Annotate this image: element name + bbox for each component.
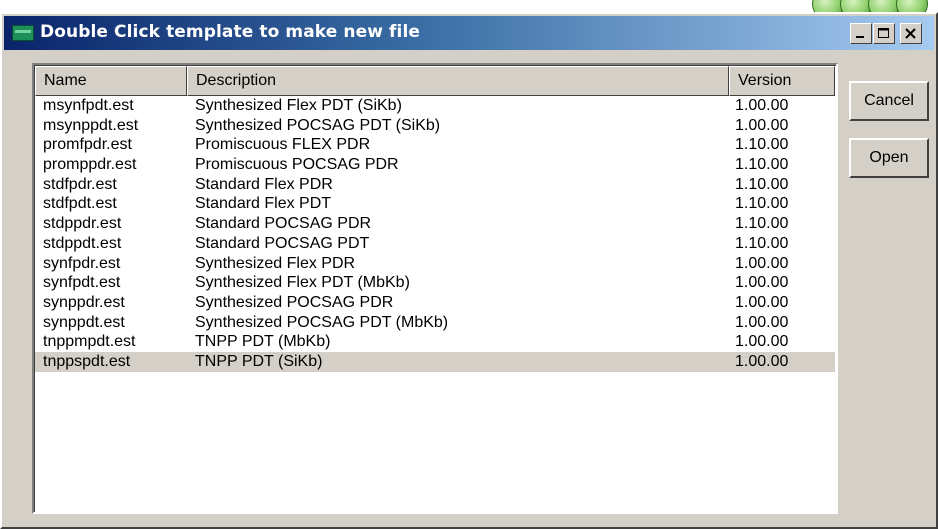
list-row[interactable]: synfpdt.est Synthesized Flex PDT (MbKb) … (35, 273, 835, 293)
row-version: 1.10.00 (735, 195, 789, 213)
row-description: Promiscuous FLEX PDR (195, 136, 371, 154)
app-icon (12, 25, 34, 41)
list-row[interactable]: stdfpdt.est Standard Flex PDT 1.10.00 (35, 194, 835, 214)
row-name: stdppdr.est (43, 215, 122, 233)
row-name: msynfpdt.est (43, 97, 134, 114)
row-name: synfpdr.est (43, 254, 121, 272)
list-row[interactable]: synfpdr.est Synthesized Flex PDR 1.00.00 (35, 254, 835, 274)
template-dialog-window: Double Click template to make new file N… (0, 12, 938, 529)
row-description: Promiscuous POCSAG PDR (195, 156, 399, 174)
minimize-button[interactable] (850, 23, 872, 44)
row-description: TNPP PDT (SiKb) (195, 352, 323, 370)
row-version: 1.00.00 (735, 352, 789, 370)
list-row[interactable]: msynppdt.est Synthesized POCSAG PDT (SiK… (35, 116, 835, 136)
template-list-frame: Name Description Version msynfpdt.est Sy… (34, 65, 836, 512)
row-version: 1.00.00 (735, 333, 789, 351)
row-name: promfpdr.est (43, 136, 132, 154)
row-description: Standard Flex PDR (195, 175, 333, 193)
maximize-icon (878, 28, 889, 38)
row-description: Synthesized Flex PDT (MbKb) (195, 274, 410, 292)
list-row[interactable]: stdfpdr.est Standard Flex PDR 1.10.00 (35, 175, 835, 195)
row-description: TNPP PDT (MbKb) (195, 333, 331, 351)
row-description: Standard POCSAG PDR (195, 215, 372, 233)
row-version: 1.00.00 (735, 313, 789, 331)
column-header-name[interactable]: Name (35, 66, 187, 96)
column-header-version[interactable]: Version (729, 66, 835, 96)
template-list[interactable]: Name Description Version msynfpdt.est Sy… (32, 63, 838, 514)
row-version: 1.00.00 (735, 254, 789, 272)
row-version: 1.10.00 (735, 175, 789, 193)
row-version: 1.00.00 (735, 97, 789, 114)
list-header: Name Description Version (35, 66, 835, 96)
close-icon (905, 28, 916, 39)
list-row-selected[interactable]: tnppspdt.est TNPP PDT (SiKb) 1.00.00 (35, 351, 835, 372)
row-name: synppdr.est (43, 293, 125, 311)
row-name: synfpdt.est (43, 274, 121, 292)
list-row[interactable]: synppdr.est Synthesized POCSAG PDR 1.00.… (35, 293, 835, 313)
row-name: tnppmpdt.est (43, 333, 136, 351)
row-name: stdfpdt.est (43, 195, 117, 213)
list-row[interactable]: promfpdr.est Promiscuous FLEX PDR 1.10.0… (35, 135, 835, 155)
row-description: Standard Flex PDT (195, 195, 332, 213)
row-version: 1.00.00 (735, 293, 789, 311)
row-name: stdppdt.est (43, 234, 122, 252)
window-title: Double Click template to make new file (40, 22, 421, 42)
minimize-icon (856, 36, 864, 38)
list-row[interactable]: stdppdr.est Standard POCSAG PDR 1.10.00 (35, 214, 835, 234)
row-name: synppdt.est (43, 313, 125, 331)
row-version: 1.10.00 (735, 234, 789, 252)
row-name: tnppspdt.est (43, 352, 131, 370)
row-name: promppdr.est (43, 156, 137, 174)
row-version: 1.00.00 (735, 116, 789, 134)
list-row[interactable]: synppdt.est Synthesized POCSAG PDT (MbKb… (35, 313, 835, 333)
list-row[interactable]: msynfpdt.est Synthesized Flex PDT (SiKb)… (35, 96, 835, 116)
list-rows: msynfpdt.est Synthesized Flex PDT (SiKb)… (35, 96, 835, 372)
column-header-description[interactable]: Description (187, 66, 729, 96)
row-description: Synthesized POCSAG PDT (SiKb) (195, 116, 441, 134)
row-version: 1.10.00 (735, 156, 789, 174)
desktop: Double Click template to make new file N… (0, 0, 938, 529)
close-button[interactable] (900, 23, 922, 44)
open-button[interactable]: Open (849, 138, 929, 178)
row-version: 1.10.00 (735, 136, 789, 154)
row-description: Standard POCSAG PDT (195, 234, 370, 252)
row-description: Synthesized POCSAG PDT (MbKb) (195, 313, 449, 331)
row-description: Synthesized Flex PDT (SiKb) (195, 97, 402, 114)
list-row[interactable]: promppdr.est Promiscuous POCSAG PDR 1.10… (35, 155, 835, 175)
list-row[interactable]: tnppmpdt.est TNPP PDT (MbKb) 1.00.00 (35, 332, 835, 352)
row-description: Synthesized POCSAG PDR (195, 293, 394, 311)
cancel-button[interactable]: Cancel (849, 81, 929, 121)
title-bar[interactable]: Double Click template to make new file (4, 16, 934, 50)
row-name: msynppdt.est (43, 116, 139, 134)
row-description: Synthesized Flex PDR (195, 254, 356, 272)
row-name: stdfpdr.est (43, 175, 117, 193)
maximize-button[interactable] (873, 23, 895, 44)
row-version: 1.10.00 (735, 215, 789, 233)
row-version: 1.00.00 (735, 274, 789, 292)
list-row[interactable]: stdppdt.est Standard POCSAG PDT 1.10.00 (35, 234, 835, 254)
